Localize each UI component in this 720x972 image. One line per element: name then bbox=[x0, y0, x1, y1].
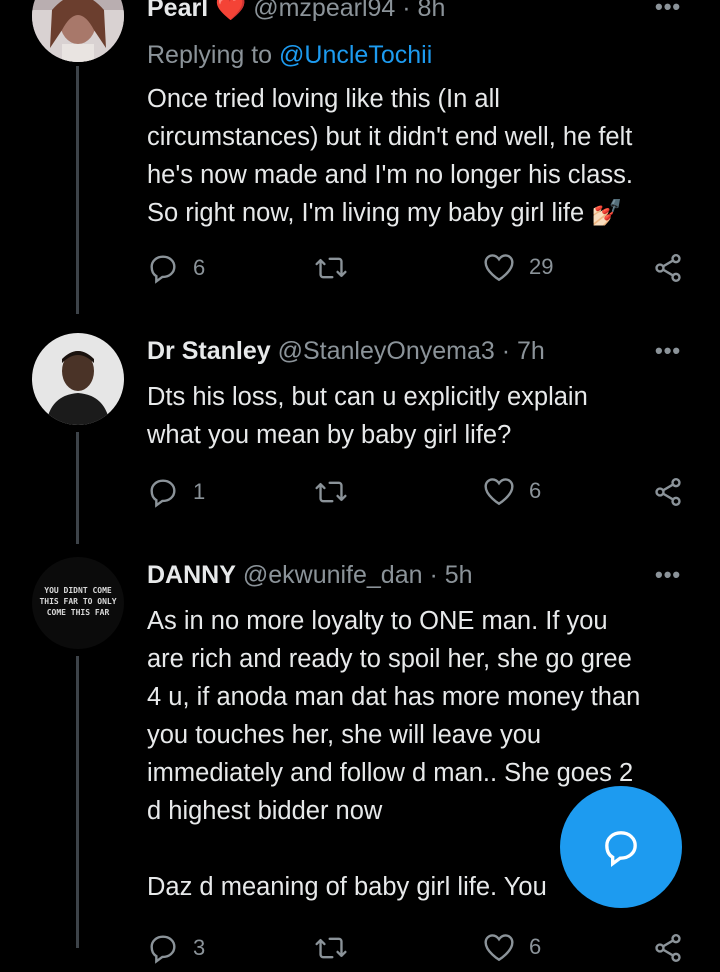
share-icon bbox=[655, 934, 681, 962]
like-count: 6 bbox=[529, 934, 542, 959]
user-handle[interactable]: @mzpearl94 bbox=[253, 0, 395, 22]
replying-handle[interactable]: @UncleTochii bbox=[279, 41, 432, 69]
avatar-text: YOU DIDNT COME THIS FAR TO ONLY COME THI… bbox=[39, 586, 117, 617]
display-name[interactable]: Dr Stanley bbox=[147, 337, 271, 365]
retweet-icon bbox=[315, 257, 347, 279]
more-icon[interactable]: ••• bbox=[655, 562, 681, 588]
tweet-line: So right now, I'm living my baby girl li… bbox=[147, 199, 623, 227]
tweet-pearl[interactable]: Pearl ❤️ @mzpearl94 · 8h ••• Replying to… bbox=[0, 0, 720, 320]
action-bar: 1 6 bbox=[147, 476, 692, 516]
tweet-line: As in no more loyalty to ONE man. If you bbox=[147, 607, 608, 635]
reply-count: 6 bbox=[193, 255, 206, 280]
display-name[interactable]: DANNY bbox=[147, 561, 236, 589]
tweet-header: Dr Stanley @StanleyOnyema3 · 7h bbox=[147, 337, 545, 366]
reply-icon bbox=[150, 479, 176, 508]
display-name[interactable]: Pearl bbox=[147, 0, 208, 22]
thread-line bbox=[76, 66, 79, 314]
reply-icon bbox=[150, 935, 176, 964]
retweet-button[interactable] bbox=[314, 932, 362, 964]
reply-icon bbox=[150, 255, 176, 284]
replying-to: Replying to @UncleTochii bbox=[147, 41, 432, 70]
avatar[interactable] bbox=[32, 333, 124, 425]
tweet-line: are rich and ready to spoil her, she go … bbox=[147, 645, 632, 673]
thread-line bbox=[76, 432, 79, 544]
heart-icon bbox=[484, 934, 514, 962]
reply-button[interactable]: 6 bbox=[147, 252, 205, 284]
heart-icon bbox=[484, 478, 514, 506]
timestamp[interactable]: · 7h bbox=[502, 337, 545, 365]
replying-prefix: Replying to bbox=[147, 41, 273, 69]
avatar-photo bbox=[32, 333, 124, 425]
retweet-button[interactable] bbox=[314, 476, 362, 508]
more-icon[interactable]: ••• bbox=[655, 338, 681, 364]
compose-button[interactable] bbox=[560, 786, 682, 908]
reply-button[interactable]: 3 bbox=[147, 932, 205, 964]
reply-count: 3 bbox=[193, 935, 206, 960]
tweet-line: you touches her, she will leave you bbox=[147, 721, 542, 749]
action-bar: 3 6 bbox=[147, 932, 692, 972]
retweet-icon bbox=[315, 937, 347, 959]
tweet-text: Dts his loss, but can u explicitly expla… bbox=[147, 378, 692, 454]
thread-line bbox=[76, 656, 79, 948]
heart-emoji: ❤️ bbox=[215, 0, 247, 22]
tweet-line: what you mean by baby girl life? bbox=[147, 421, 512, 449]
tweet-header: DANNY @ekwunife_dan · 5h bbox=[147, 561, 473, 590]
more-icon[interactable]: ••• bbox=[655, 0, 681, 20]
like-count: 6 bbox=[529, 478, 542, 503]
tweet-line: Once tried loving like this (In all bbox=[147, 85, 500, 113]
tweet-stanley[interactable]: Dr Stanley @StanleyOnyema3 · 7h ••• Dts … bbox=[0, 320, 720, 544]
tweet-line: Dts his loss, but can u explicitly expla… bbox=[147, 383, 588, 411]
avatar-photo bbox=[32, 0, 124, 62]
reply-button[interactable]: 1 bbox=[147, 476, 205, 508]
tweet-line: 4 u, if anoda man dat has more money tha… bbox=[147, 683, 641, 711]
share-button[interactable] bbox=[652, 476, 684, 508]
share-button[interactable] bbox=[652, 252, 684, 284]
share-icon bbox=[655, 254, 681, 282]
timestamp[interactable]: · 8h bbox=[402, 0, 445, 22]
tweet-line: he's now made and I'm no longer his clas… bbox=[147, 161, 633, 189]
like-button[interactable]: 6 bbox=[483, 476, 541, 506]
like-count: 29 bbox=[529, 254, 554, 279]
user-handle[interactable]: @ekwunife_dan bbox=[243, 561, 423, 589]
heart-icon bbox=[484, 254, 514, 282]
avatar[interactable]: YOU DIDNT COME THIS FAR TO ONLY COME THI… bbox=[32, 557, 124, 649]
retweet-button[interactable] bbox=[314, 252, 362, 284]
user-handle[interactable]: @StanleyOnyema3 bbox=[278, 337, 495, 365]
retweet-icon bbox=[315, 481, 347, 503]
avatar[interactable] bbox=[32, 0, 124, 62]
like-button[interactable]: 29 bbox=[483, 252, 553, 282]
timestamp[interactable]: · 5h bbox=[429, 561, 472, 589]
tweet-line: circumstances) but it didn't end well, h… bbox=[147, 123, 633, 151]
share-button[interactable] bbox=[652, 932, 684, 964]
compose-icon bbox=[605, 831, 637, 867]
like-button[interactable]: 6 bbox=[483, 932, 541, 962]
tweet-text: Once tried loving like this (In all circ… bbox=[147, 80, 692, 232]
reply-count: 1 bbox=[193, 479, 206, 504]
share-icon bbox=[655, 478, 681, 506]
action-bar: 6 29 bbox=[147, 252, 692, 292]
tweet-header: Pearl ❤️ @mzpearl94 · 8h bbox=[147, 0, 445, 23]
